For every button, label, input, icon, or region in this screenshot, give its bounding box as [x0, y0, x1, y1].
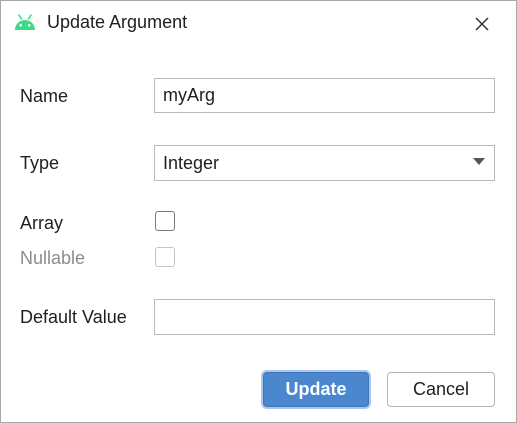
name-input[interactable] — [154, 78, 495, 113]
type-label: Type — [20, 153, 60, 173]
array-label: Array — [20, 213, 64, 233]
array-checkbox[interactable] — [155, 211, 175, 231]
type-select[interactable]: Integer — [154, 145, 495, 181]
name-label: Name — [20, 86, 69, 106]
title-bar: Update Argument — [1, 1, 516, 45]
dialog-title: Update Argument — [47, 12, 188, 32]
update-button[interactable]: Update — [263, 372, 369, 407]
close-button[interactable] — [467, 9, 497, 39]
close-icon — [475, 17, 489, 31]
nullable-label: Nullable — [20, 248, 86, 268]
default-value-input[interactable] — [154, 299, 495, 335]
nullable-checkbox — [155, 247, 175, 267]
type-select-value: Integer — [163, 153, 220, 173]
android-icon — [13, 13, 37, 33]
chevron-down-icon — [473, 158, 485, 165]
cancel-button[interactable]: Cancel — [387, 372, 495, 407]
update-argument-dialog: Update Argument Name Type Integer Array … — [0, 0, 517, 423]
default-value-label: Default Value — [20, 307, 127, 327]
